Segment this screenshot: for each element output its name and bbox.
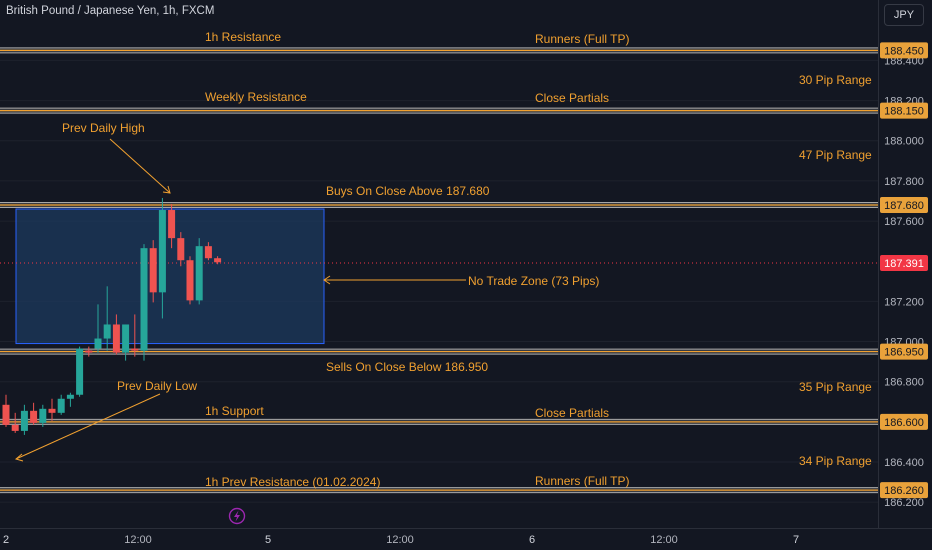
x-tick-label: 6 [529, 534, 535, 546]
price-label-text: 188.450 [884, 45, 924, 57]
price-label-text: 188.150 [884, 106, 924, 118]
price-chart[interactable]: 1h Resistance Runners (Full TP) 30 Pip R… [0, 0, 932, 550]
current-price-text: 187.391 [884, 258, 924, 270]
prev-res-1h-label: 1h Prev Resistance (01.02.2024) [205, 475, 380, 489]
price-label-text: 186.600 [884, 417, 924, 429]
candle-body [122, 324, 130, 353]
price-label-text: 186.950 [884, 347, 924, 359]
candle-body [168, 210, 176, 239]
prev-daily-low-label: Prev Daily Low [117, 379, 197, 393]
currency-button[interactable]: JPY [884, 4, 924, 26]
price-axis-separator [878, 0, 879, 528]
candle-body [140, 248, 148, 351]
runners-bottom-label: Runners (Full TP) [535, 474, 629, 488]
candle-body [2, 404, 10, 425]
candle-body [204, 246, 212, 259]
candle-body [131, 348, 139, 351]
x-tick-label: 2 [3, 534, 9, 546]
candle-body [186, 260, 194, 301]
x-tick-label: 12:00 [650, 534, 678, 546]
y-tick-label: 186.200 [884, 497, 924, 509]
time-axis-separator [0, 528, 932, 529]
candle-body [158, 210, 166, 293]
sells-below-label: Sells On Close Below 186.950 [326, 360, 488, 374]
candle-body [177, 238, 185, 261]
prev-daily-low-arrow [15, 393, 161, 460]
lightning-icon[interactable] [228, 507, 246, 525]
candle-body [48, 408, 56, 413]
y-tick-label: 187.800 [884, 176, 924, 188]
res-1h-label: 1h Resistance [205, 30, 281, 44]
candle-body [103, 324, 111, 339]
range-30-label: 30 Pip Range [799, 73, 872, 87]
prev-daily-high-arrow [109, 138, 171, 194]
x-tick-label: 7 [793, 534, 799, 546]
price-label-text: 186.260 [884, 485, 924, 497]
candle-body [30, 410, 38, 423]
candle-body [20, 410, 28, 431]
y-tick-label: 186.400 [884, 457, 924, 469]
x-tick-label: 12:00 [124, 534, 152, 546]
y-tick-label: 187.600 [884, 216, 924, 228]
y-tick-label: 186.800 [884, 377, 924, 389]
range-34-label: 34 Pip Range [799, 454, 872, 468]
x-tick-label: 12:00 [386, 534, 414, 546]
close-partials-top-label: Close Partials [535, 91, 609, 105]
candle-body [11, 424, 19, 431]
range-35-label: 35 Pip Range [799, 380, 872, 394]
runners-top-label: Runners (Full TP) [535, 32, 629, 46]
x-tick-label: 5 [265, 534, 271, 546]
candle-body [57, 398, 65, 413]
y-tick-label: 188.000 [884, 136, 924, 148]
prev-daily-high-label: Prev Daily High [62, 121, 145, 135]
close-partials-bottom-label: Close Partials [535, 406, 609, 420]
candle-body [94, 338, 102, 349]
y-axis-ticks: 188.400188.200188.000187.800187.600187.2… [884, 55, 924, 509]
candle-body [195, 246, 203, 301]
chart-title: British Pound / Japanese Yen, 1h, FXCM [6, 5, 215, 17]
candle-body [76, 348, 84, 395]
price-labels: 188.450 188.150 187.680 186.950 186.600 186.2… [880, 42, 928, 499]
candle-body [39, 408, 47, 423]
support-1h-label: 1h Support [205, 404, 264, 418]
candle-body [85, 350, 93, 353]
price-label-text: 187.680 [884, 200, 924, 212]
y-tick-label: 187.200 [884, 296, 924, 308]
candle-body [112, 324, 120, 353]
no-trade-zone-label: No Trade Zone (73 Pips) [468, 274, 599, 288]
candle-body [149, 248, 157, 293]
range-47-label: 47 Pip Range [799, 148, 872, 162]
x-axis-ticks: 2 12:00 5 12:00 6 12:00 7 [3, 534, 799, 546]
buys-above-label: Buys On Close Above 187.680 [326, 184, 490, 198]
candle-body [214, 258, 222, 263]
weekly-res-label: Weekly Resistance [205, 90, 307, 104]
candle-body [66, 394, 74, 399]
